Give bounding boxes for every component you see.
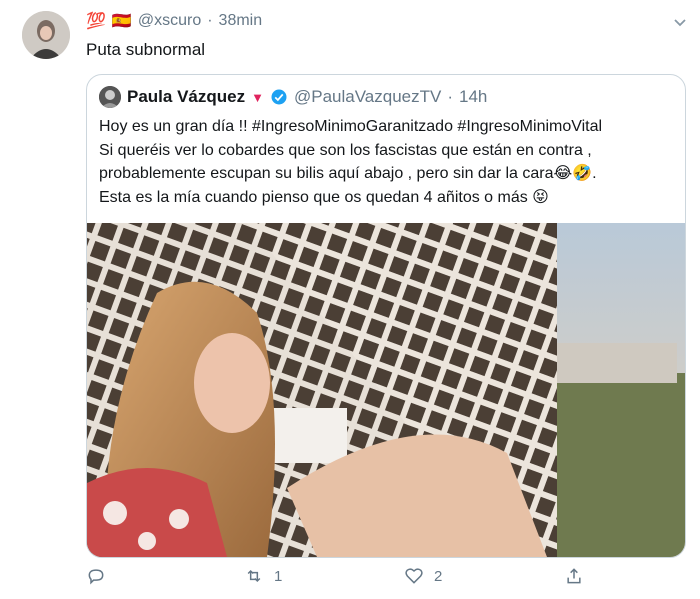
verified-badge-icon — [271, 89, 287, 105]
retweet-icon — [247, 569, 261, 583]
like-count: 2 — [434, 567, 443, 585]
share-button[interactable] — [564, 566, 584, 586]
quoted-text-line: Esta es la mía cuando pienso que os qued… — [99, 188, 549, 206]
tweet-actions: 1 2 — [86, 566, 684, 594]
quoted-header: Paula Vázquez ▼ @PaulaVazquezTV · 14h — [99, 86, 487, 108]
reply-button[interactable] — [86, 566, 116, 586]
retweet-button[interactable]: 1 — [244, 566, 282, 586]
flag-emoji: 🇪🇸 — [111, 13, 132, 30]
tweet-time[interactable]: 38min — [219, 12, 263, 30]
reply-icon — [88, 569, 104, 585]
quoted-text-line: Hoy es un gran día !! #IngresoMinimoGara… — [99, 118, 603, 135]
tweet-text: Puta subnormal — [86, 40, 206, 59]
quoted-text: Hoy es un gran día !! #IngresoMinimoGara… — [99, 115, 679, 209]
quoted-text-line: Si queréis ver lo cobardes que son los f… — [99, 141, 592, 159]
quoted-name[interactable]: Paula Vázquez — [127, 87, 245, 107]
separator-dot: · — [447, 87, 454, 106]
retweet-count: 1 — [274, 567, 283, 585]
avatar-photo — [22, 11, 70, 59]
quoted-text-line: probablemente escupan su bilis aquí abaj… — [99, 165, 597, 182]
share-icon — [567, 568, 581, 584]
red-triangle-icon: ▼ — [251, 89, 264, 105]
quoted-avatar[interactable] — [99, 86, 121, 108]
separator-dot: · — [207, 12, 213, 29]
quoted-photo[interactable] — [87, 223, 685, 557]
tweet-header: 💯 🇪🇸 @xscuro · 38min — [86, 11, 262, 31]
quoted-tweet[interactable]: Paula Vázquez ▼ @PaulaVazquezTV · 14h Ho… — [86, 74, 686, 558]
emoji-badge: 💯 — [86, 13, 106, 30]
quoted-time[interactable]: 14h — [459, 87, 487, 107]
heart-icon — [405, 568, 423, 584]
quoted-handle[interactable]: @PaulaVazquezTV — [294, 87, 441, 107]
like-button[interactable]: 2 — [404, 566, 442, 586]
chevron-down-icon[interactable] — [672, 14, 688, 35]
avatar[interactable] — [22, 11, 70, 59]
user-handle[interactable]: @xscuro — [138, 12, 201, 30]
